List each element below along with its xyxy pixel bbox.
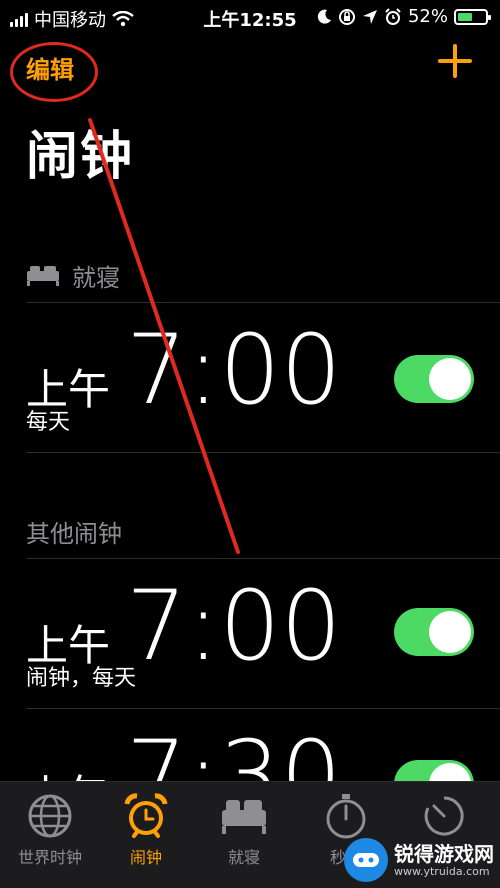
watermark: 锐得游戏网 www.ytruida.com [344,838,494,882]
annotation-line [88,118,240,554]
watermark-text: 锐得游戏网 [394,841,494,866]
watermark-logo-icon [344,838,388,882]
watermark-url: www.ytruida.com [394,864,490,878]
